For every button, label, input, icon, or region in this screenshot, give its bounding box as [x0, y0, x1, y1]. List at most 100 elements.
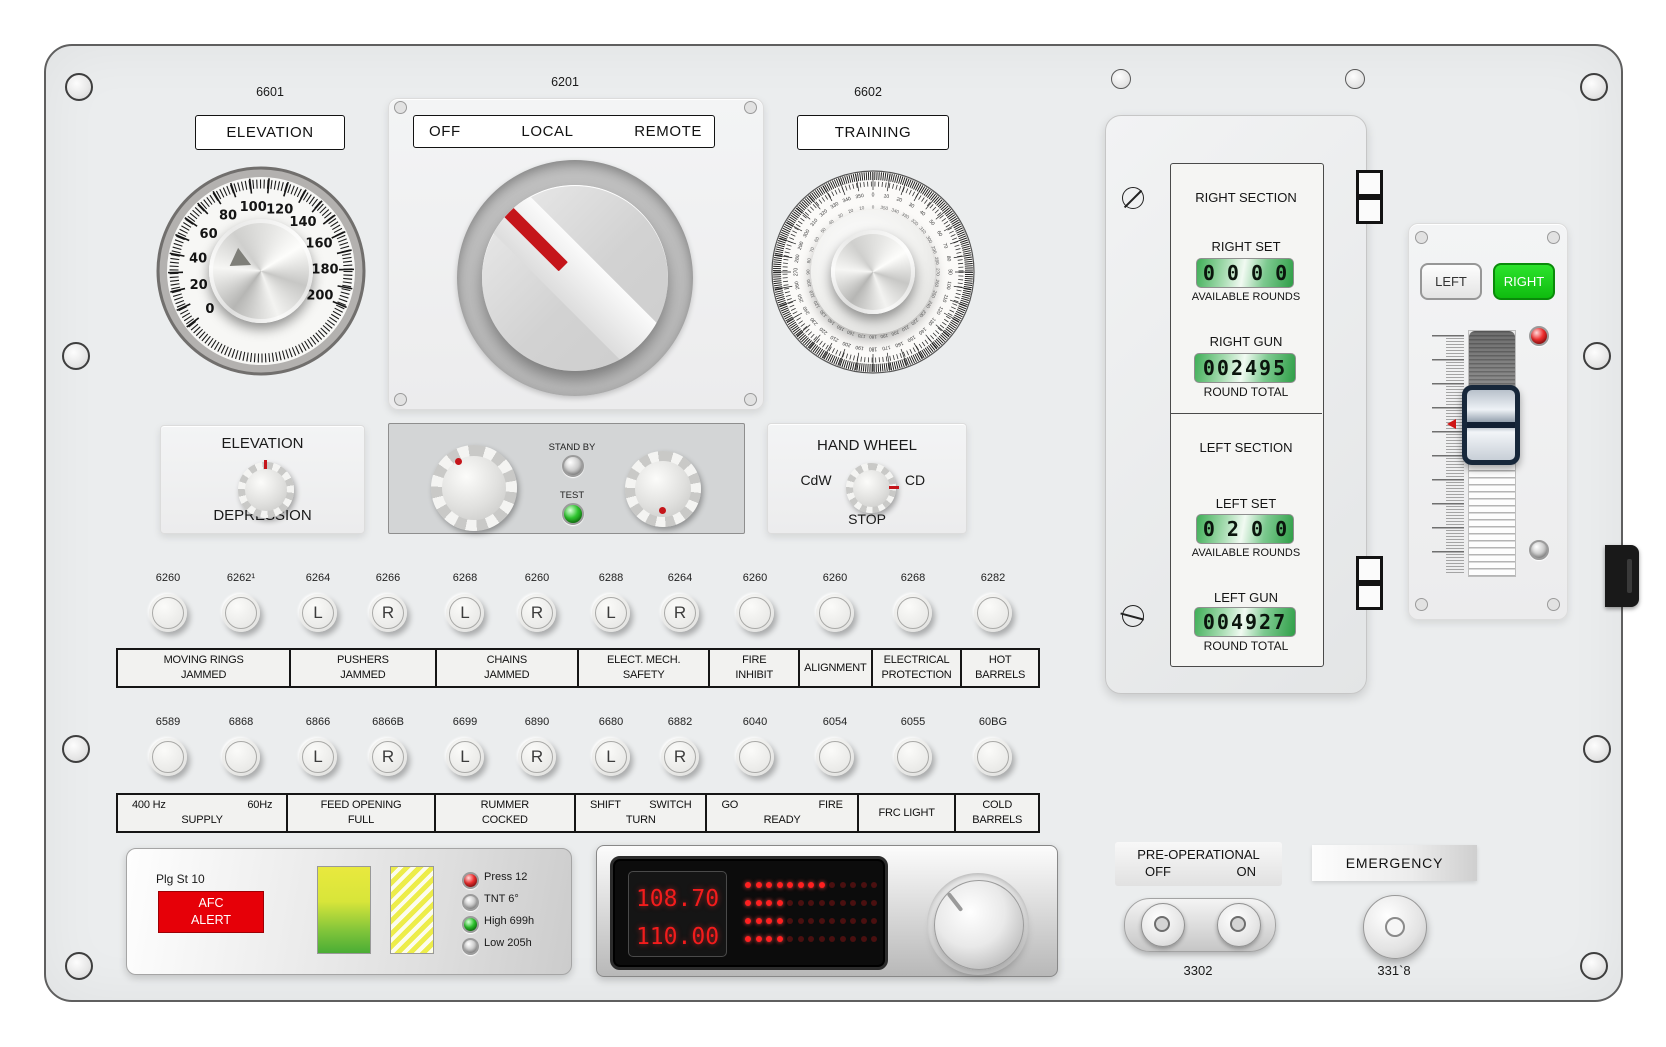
- matrix-dot: [756, 936, 762, 942]
- mounting-hole: [65, 952, 93, 980]
- lamp-button-6262¹[interactable]: [222, 594, 260, 632]
- matrix-dot: [745, 936, 751, 942]
- svg-text:140: 140: [289, 215, 316, 230]
- right-adjust-knob[interactable]: [625, 451, 701, 527]
- training-dial-knob-cap[interactable]: [831, 230, 915, 314]
- elevation-dial-knob[interactable]: [209, 219, 313, 323]
- slider-handle[interactable]: [1462, 385, 1520, 465]
- lamp-button-6260[interactable]: R: [518, 594, 556, 632]
- lamp-button-6260[interactable]: [736, 594, 774, 632]
- panel-screw: [1415, 231, 1428, 244]
- fault-label-cell: COLDBARRELS: [956, 795, 1038, 831]
- lamp-button-6868[interactable]: [222, 738, 260, 776]
- lamp-button-6288[interactable]: L: [592, 594, 630, 632]
- matrix-dot: [787, 900, 793, 906]
- lamp-button-6260[interactable]: [149, 594, 187, 632]
- matrix-dot: [871, 936, 877, 942]
- mounting-hole: [1111, 69, 1131, 89]
- button-code-label: 60BG: [953, 716, 1033, 728]
- matrix-dot: [745, 882, 751, 888]
- display-knob[interactable]: [934, 880, 1024, 970]
- button-code-label: 6699: [425, 716, 505, 728]
- svg-text:90: 90: [947, 269, 953, 275]
- round-total-label: ROUND TOTAL: [1170, 639, 1322, 653]
- training-dial-code: 6602: [828, 85, 908, 99]
- matrix-dot: [871, 882, 877, 888]
- matrix-dot: [766, 900, 772, 906]
- fault-label-cell: HOTBARRELS: [962, 650, 1038, 686]
- lamp-button-6054[interactable]: [816, 738, 854, 776]
- emergency-button[interactable]: [1363, 895, 1427, 959]
- lamp-button-6589[interactable]: [149, 738, 187, 776]
- standby-label: STAND BY: [527, 442, 617, 453]
- afc-alert-line1: AFC: [199, 895, 224, 913]
- right-set-counter: 0 0 0 0: [1196, 258, 1294, 288]
- elevation-dial-code: 6601: [230, 85, 310, 99]
- button-code-label: 6890: [497, 716, 577, 728]
- matrix-dot: [861, 936, 867, 942]
- lamp-button-6264[interactable]: L: [299, 594, 337, 632]
- lamp-button-6040[interactable]: [736, 738, 774, 776]
- lamp-button-6260[interactable]: [816, 594, 854, 632]
- fault-label-cell: 400 Hz60HzSUPPLY: [118, 795, 288, 831]
- mounting-hole: [1580, 73, 1608, 101]
- svg-text:270: 270: [936, 268, 941, 276]
- lamp-button-6680[interactable]: L: [592, 738, 630, 776]
- matrix-dot: [808, 900, 814, 906]
- lamp-button-6866[interactable]: L: [299, 738, 337, 776]
- left-adjust-knob[interactable]: [431, 445, 517, 531]
- lamp-button-6699[interactable]: L: [446, 738, 484, 776]
- svg-text:100: 100: [240, 200, 267, 215]
- lamp-button-6055[interactable]: [894, 738, 932, 776]
- gun-left-button[interactable]: LEFT: [1420, 263, 1482, 300]
- knob-red-dot: [659, 507, 666, 514]
- fault-label-cell: GOFIREREADY: [707, 795, 858, 831]
- fault-label-cell: CHAINSJAMMED: [437, 650, 579, 686]
- level-bar-hatched: [390, 866, 434, 954]
- button-letter: R: [674, 603, 686, 623]
- lamp-button-6866B[interactable]: R: [369, 738, 407, 776]
- available-rounds-label: AVAILABLE ROUNDS: [1170, 547, 1322, 559]
- scale-red-arrow-icon: [1447, 419, 1456, 429]
- terminal-block: [1356, 170, 1383, 197]
- button-code-label: 6589: [128, 716, 208, 728]
- preop-on-switch[interactable]: [1217, 903, 1261, 947]
- test-led: [562, 503, 584, 525]
- lamp-button-6890[interactable]: R: [518, 738, 556, 776]
- lamp-button-6264[interactable]: R: [661, 594, 699, 632]
- mode-option-remote: REMOTE: [634, 123, 702, 140]
- matrix-dot: [829, 900, 835, 906]
- matrix-dot: [840, 882, 846, 888]
- lamp-button-6282[interactable]: [974, 594, 1012, 632]
- status-led-red: [462, 872, 479, 889]
- svg-text:90: 90: [806, 269, 811, 275]
- mode-selector-knob[interactable]: [482, 185, 668, 371]
- knob-face: [245, 469, 286, 510]
- lamp-button-6266[interactable]: R: [369, 594, 407, 632]
- matrix-dot: [850, 882, 856, 888]
- knob-red-pointer: [889, 486, 899, 489]
- knob-notch: [947, 892, 964, 912]
- matrix-dot: [808, 936, 814, 942]
- button-code-label: 6882: [640, 716, 720, 728]
- lamp-button-6268[interactable]: [894, 594, 932, 632]
- matrix-dot: [798, 918, 804, 924]
- elevation-depression-knob[interactable]: [238, 462, 294, 518]
- button-code-label: 6866: [278, 716, 358, 728]
- svg-text:40: 40: [189, 251, 207, 266]
- knob-red-dot: [455, 458, 462, 465]
- button-code-label: 6262¹: [201, 572, 281, 584]
- matrix-dot: [819, 882, 825, 888]
- lamp-button-60BG[interactable]: [974, 738, 1012, 776]
- hand-wheel-knob[interactable]: [846, 463, 896, 513]
- matrix-dot: [787, 882, 793, 888]
- gun-right-button[interactable]: RIGHT: [1493, 263, 1555, 300]
- mode-option-off: OFF: [429, 123, 461, 140]
- station-label: Plg St 10: [156, 872, 205, 886]
- preop-off-switch[interactable]: [1141, 903, 1185, 947]
- right-gun-label: RIGHT GUN: [1170, 334, 1322, 349]
- lamp-button-6882[interactable]: R: [661, 738, 699, 776]
- button-code-label: 6055: [873, 716, 953, 728]
- lamp-button-6268[interactable]: L: [446, 594, 484, 632]
- panel-screw: [394, 101, 407, 114]
